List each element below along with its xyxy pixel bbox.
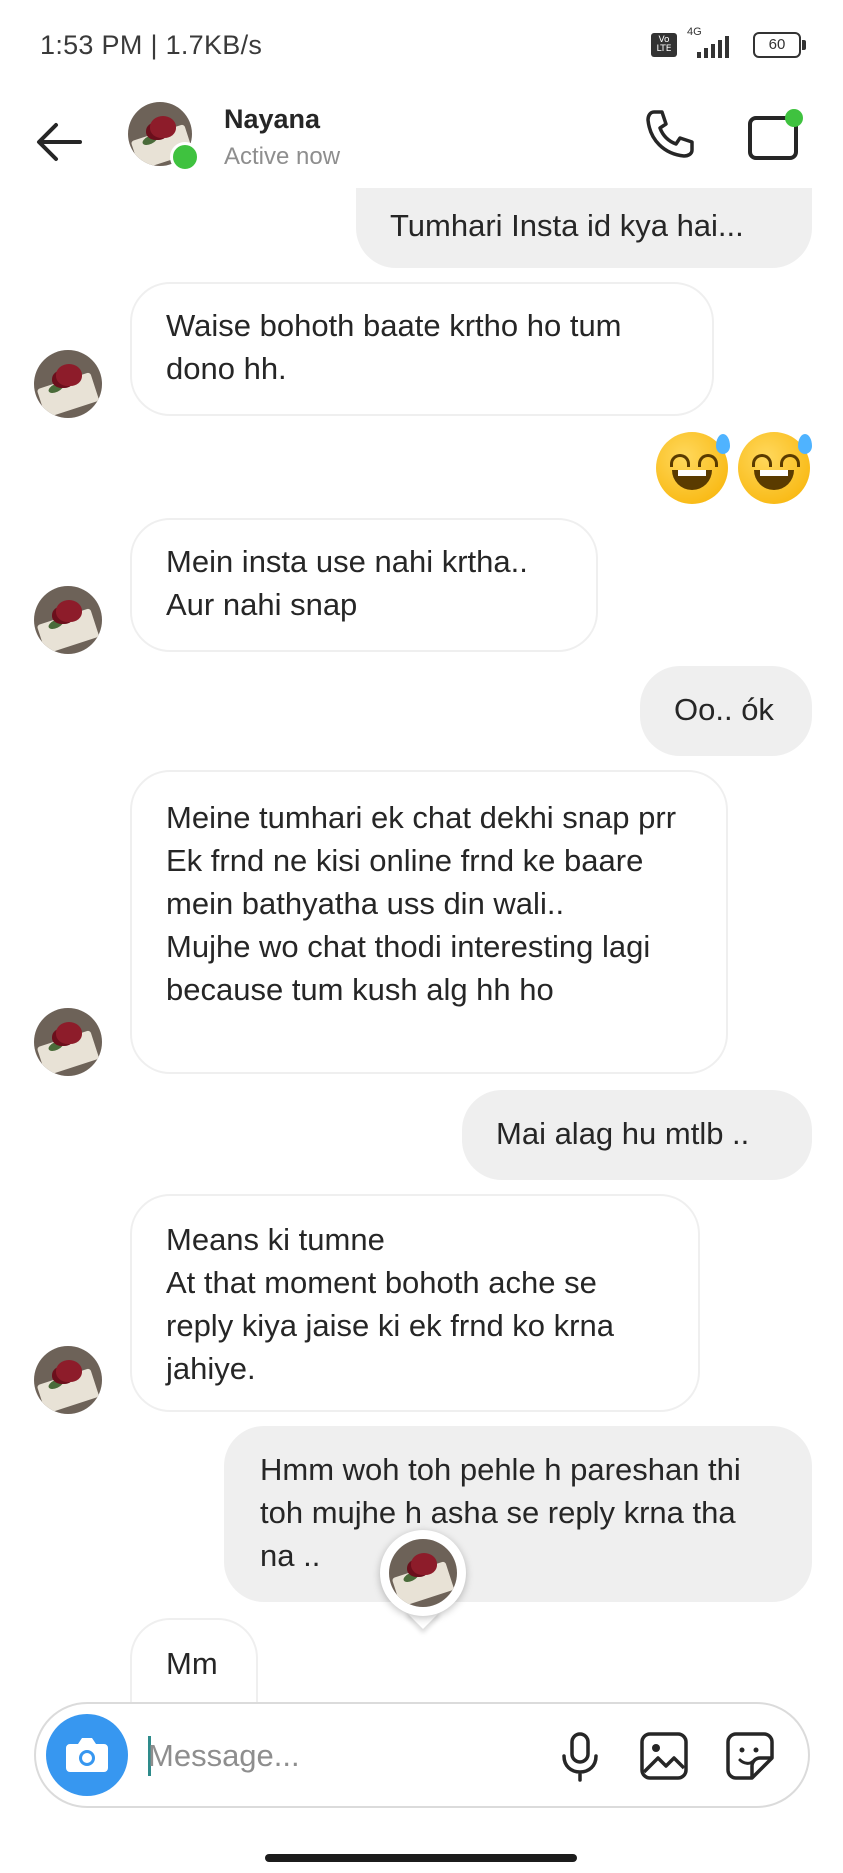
message-bubble-incoming[interactable]: Mein insta use nahi krtha.. Aur nahi sna… xyxy=(130,518,598,652)
status-bar: 1:53 PM | 1.7KB/s Vo LTE 4G 60 xyxy=(0,0,843,96)
sweat-smile-emoji-icon xyxy=(738,432,812,504)
video-call-icon xyxy=(748,109,803,160)
phone-icon xyxy=(646,110,694,158)
home-indicator[interactable] xyxy=(265,1854,577,1862)
message-avatar xyxy=(34,586,102,654)
seen-indicator xyxy=(380,1530,466,1630)
back-button[interactable] xyxy=(30,112,90,172)
gallery-button[interactable] xyxy=(636,1728,692,1784)
battery-icon: 60 xyxy=(753,32,806,58)
avatar xyxy=(34,1346,102,1414)
signal-bars xyxy=(697,36,729,58)
message-bubble-outgoing[interactable]: Mai alag hu mtlb .. xyxy=(462,1090,812,1180)
back-arrow-icon xyxy=(37,123,82,161)
sweat-smile-emoji-icon xyxy=(656,432,730,504)
camera-icon xyxy=(66,1738,108,1772)
message-avatar xyxy=(34,350,102,418)
gallery-icon xyxy=(640,1732,688,1780)
message-input[interactable] xyxy=(146,1728,550,1784)
avatar xyxy=(34,586,102,654)
status-icons: Vo LTE 4G 60 xyxy=(651,26,806,60)
camera-button[interactable] xyxy=(46,1714,128,1796)
message-bubble-outgoing[interactable]: Oo.. ók xyxy=(640,666,812,756)
message-bubble-outgoing[interactable]: Tumhari Insta id kya hai... xyxy=(356,188,812,268)
message-bubble-incoming[interactable]: Meine tumhari ek chat dekhi snap prr Ek … xyxy=(130,770,728,1074)
voice-message-button[interactable] xyxy=(552,1728,608,1784)
emoji-message[interactable] xyxy=(656,432,812,504)
avatar xyxy=(389,1539,457,1607)
avatar xyxy=(34,1008,102,1076)
microphone-icon xyxy=(562,1732,598,1782)
active-status: Active now xyxy=(224,143,341,170)
video-call-button[interactable] xyxy=(744,104,806,164)
message-composer xyxy=(34,1702,810,1808)
message-bubble-incoming[interactable]: Means ki tumne At that moment bohoth ach… xyxy=(130,1194,700,1412)
contact-name[interactable]: Nayana xyxy=(224,104,320,135)
header-avatar[interactable] xyxy=(128,102,200,172)
sticker-button[interactable] xyxy=(722,1728,778,1784)
message-bubble-incoming[interactable]: Waise bohoth baate krtho ho tum dono hh. xyxy=(130,282,714,416)
message-bubble-incoming[interactable]: Mm xyxy=(130,1618,258,1702)
message-bubble-outgoing[interactable]: Hmm woh toh pehle h pareshan thi toh muj… xyxy=(224,1426,812,1602)
avatar xyxy=(34,350,102,418)
volte-icon: Vo LTE xyxy=(651,33,677,57)
online-indicator xyxy=(170,142,200,172)
status-time: 1:53 PM | 1.7KB/s xyxy=(40,30,263,60)
signal-icon: 4G xyxy=(687,26,743,60)
sticker-icon xyxy=(726,1732,774,1780)
message-avatar xyxy=(34,1008,102,1076)
voice-call-button[interactable] xyxy=(640,104,700,164)
message-avatar xyxy=(34,1346,102,1414)
